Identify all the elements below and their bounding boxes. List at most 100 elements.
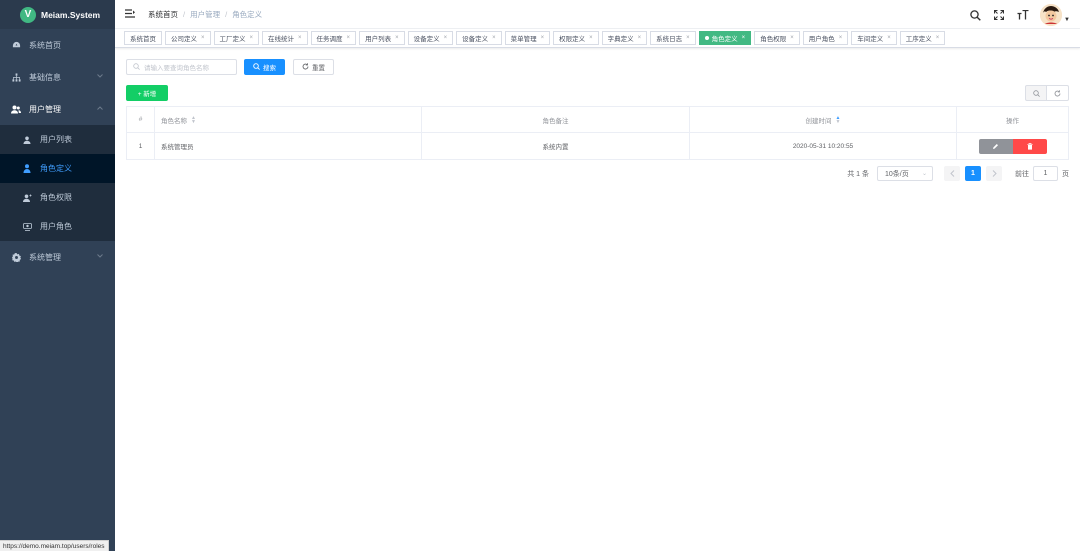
tag-role-permissions[interactable]: 角色权限 × (754, 31, 800, 45)
tag-online-stats[interactable]: 在线统计 × (262, 31, 308, 45)
tag-role-definition[interactable]: 角色定义 × (698, 31, 752, 45)
search-icon (253, 62, 260, 72)
caret-down-icon[interactable]: ▼ (1064, 17, 1070, 23)
breadcrumb-home[interactable]: 系统首页 (148, 9, 178, 20)
tag-device-2[interactable]: 设备定义 × (456, 31, 502, 45)
close-icon[interactable]: × (686, 35, 690, 41)
sidebar-item-basic-info[interactable]: 基础信息 (0, 61, 115, 93)
add-button[interactable]: + 新增 (126, 85, 168, 101)
close-icon[interactable]: × (839, 35, 843, 41)
chevron-down-icon (97, 74, 103, 80)
tag-system-log[interactable]: 系统日志 × (650, 31, 696, 45)
logo-icon: V (20, 6, 36, 23)
hamburger-icon[interactable] (125, 8, 135, 20)
sort-icon[interactable]: ▲ ▼ (191, 115, 196, 124)
font-size-icon[interactable] (1016, 8, 1030, 22)
tag-dictionary[interactable]: 字典定义 × (601, 31, 648, 45)
tree-icon (11, 72, 21, 82)
tag-workshop[interactable]: 车间定义 × (851, 31, 897, 45)
next-page-button[interactable] (986, 166, 1002, 181)
close-icon[interactable]: × (541, 35, 545, 41)
header-created-time[interactable]: 创建时间 ▲ ▼ (690, 107, 957, 132)
tag-user-roles[interactable]: 用户角色 × (802, 31, 849, 45)
sidebar-item-label: 角色权限 (40, 193, 72, 202)
header-actions: 操作 (1006, 117, 1019, 125)
close-icon[interactable]: × (638, 35, 642, 41)
role-icon (22, 164, 32, 174)
page-size-select[interactable]: 10条/页 ⌄ (877, 166, 933, 181)
refresh-button[interactable] (1047, 85, 1069, 101)
chevron-up-icon (97, 106, 103, 112)
fullscreen-icon[interactable] (992, 8, 1006, 22)
search-icon (1032, 89, 1040, 97)
tag-home[interactable]: 系统首页 (124, 31, 162, 45)
edit-button[interactable] (978, 138, 1013, 154)
goto-suffix: 页 (1062, 170, 1069, 178)
close-icon[interactable]: × (790, 35, 794, 41)
trash-icon (1026, 142, 1033, 150)
tag-label: 公司定义 (171, 36, 197, 43)
close-icon[interactable]: × (444, 35, 448, 41)
header-role-name[interactable]: 角色名称 ▲ ▼ (155, 107, 422, 132)
reset-button-label: 重置 (312, 65, 325, 72)
page-number-button[interactable]: 1 (965, 166, 981, 181)
toggle-search-button[interactable] (1025, 85, 1047, 101)
reset-button[interactable]: 重置 (293, 59, 334, 75)
close-icon[interactable]: × (298, 35, 302, 41)
header-right-menu: ▼ (958, 4, 1070, 26)
search-button[interactable]: 搜索 (244, 59, 285, 75)
app-title: Meiam.System (41, 9, 101, 20)
goto-page-input[interactable]: 1 (1033, 166, 1058, 181)
close-icon[interactable]: × (492, 35, 496, 41)
sidebar-item-user-roles[interactable]: 用户角色 (0, 212, 115, 241)
tag-user-list[interactable]: 用户列表 × (359, 31, 405, 45)
goto-page: 前往 1 页 (1015, 166, 1069, 181)
logo[interactable]: V Meiam.System (0, 0, 115, 29)
sidebar: V Meiam.System 系统首页 基础信息 用户管理 用户列表 角色定义 … (0, 0, 115, 551)
tag-device-1[interactable]: 设备定义 × (407, 31, 454, 45)
tag-label: 工序定义 (905, 36, 932, 43)
sidebar-item-role-definition[interactable]: 角色定义 (0, 154, 115, 183)
tag-process[interactable]: 工序定义 × (899, 31, 946, 45)
tag-task-schedule[interactable]: 任务调度 × (310, 31, 357, 45)
close-icon[interactable]: × (742, 35, 746, 41)
tag-label: 设备定义 (462, 36, 489, 43)
sidebar-item-label: 系统管理 (29, 252, 61, 262)
active-dot-icon (704, 36, 709, 40)
gear-icon (11, 252, 21, 262)
navbar: 系统首页 / 用户管理 / 角色定义 ▼ (115, 0, 1080, 29)
sidebar-item-label: 系统首页 (29, 40, 61, 50)
chevron-right-icon (992, 170, 997, 177)
close-icon[interactable]: × (395, 35, 399, 41)
sidebar-item-user-management[interactable]: 用户管理 (0, 93, 115, 125)
tag-label: 设备定义 (413, 36, 440, 43)
tag-label: 角色权限 (760, 36, 787, 43)
tag-permissions[interactable]: 权限定义 × (553, 31, 599, 45)
sidebar-item-dashboard[interactable]: 系统首页 (0, 29, 115, 61)
close-icon[interactable]: × (589, 35, 593, 41)
prev-page-button[interactable] (944, 166, 960, 181)
tag-factory[interactable]: 工厂定义 × (213, 31, 260, 45)
chevron-down-icon: ⌄ (921, 171, 927, 177)
avatar[interactable] (1040, 4, 1063, 26)
tag-label: 字典定义 (607, 36, 634, 43)
pagination-total: 共 1 条 (847, 170, 869, 178)
close-icon[interactable]: × (201, 35, 205, 41)
search-icon[interactable] (968, 8, 982, 22)
sidebar-item-user-list[interactable]: 用户列表 (0, 125, 115, 154)
refresh-icon (1054, 89, 1061, 96)
sidebar-item-role-permissions[interactable]: 角色权限 (0, 183, 115, 212)
close-icon[interactable]: × (936, 35, 940, 41)
page-size-value: 10条/页 (885, 170, 909, 178)
delete-button[interactable] (1012, 138, 1047, 154)
tag-label: 在线统计 (268, 36, 295, 43)
tag-company[interactable]: 公司定义 × (165, 31, 211, 45)
close-icon[interactable]: × (347, 35, 351, 41)
sidebar-item-system-management[interactable]: 系统管理 (0, 241, 115, 273)
close-icon[interactable]: × (250, 35, 254, 41)
role-name-search-input[interactable]: 请输入要查询角色名称 (126, 59, 237, 75)
tag-menu-management[interactable]: 菜单管理 × (504, 31, 551, 45)
user-role-icon (22, 222, 32, 232)
close-icon[interactable]: × (887, 35, 891, 41)
sort-asc-icon[interactable]: ▲ ▼ (836, 115, 841, 124)
